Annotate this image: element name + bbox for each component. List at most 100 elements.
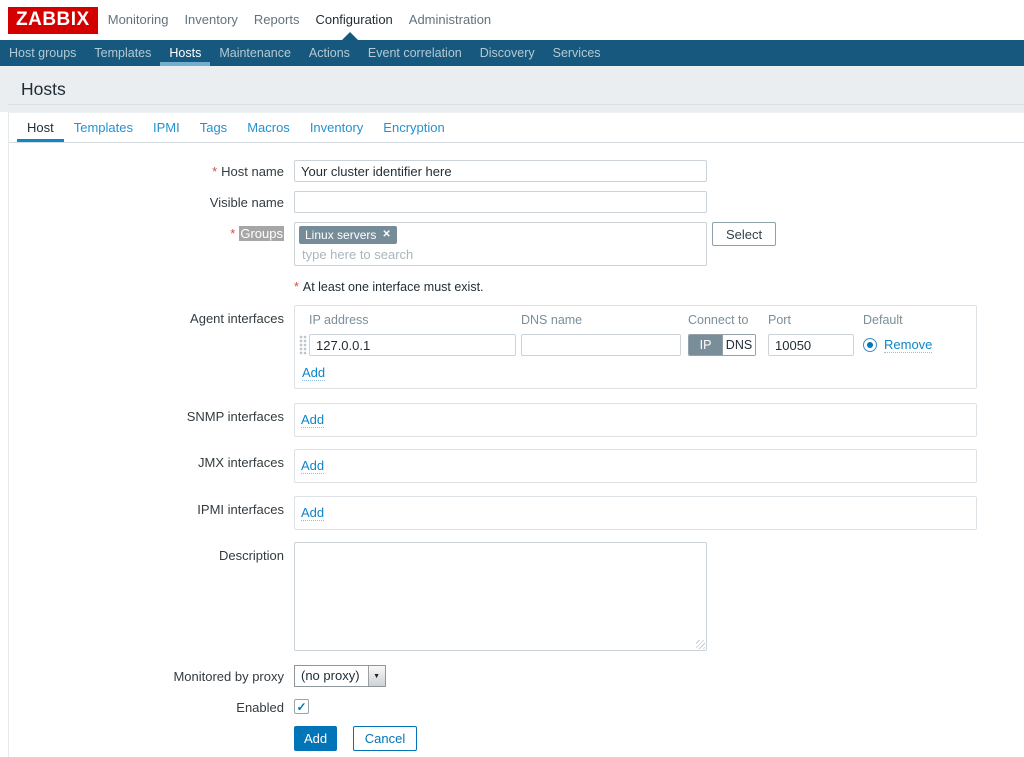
zabbix-logo[interactable]: ZABBIX: [8, 6, 98, 34]
proxy-label: Monitored by proxy: [173, 669, 284, 684]
topnav-item-inventory[interactable]: Inventory: [176, 0, 245, 40]
column-default: Default: [863, 313, 903, 327]
host-name-label: * Host name: [212, 164, 284, 179]
interface-remove-link[interactable]: Remove: [884, 337, 933, 353]
default-interface-radio[interactable]: [863, 338, 877, 352]
proxy-select[interactable]: (no proxy) ▼: [294, 665, 386, 687]
subnav-item-event-correlation[interactable]: Event correlation: [359, 40, 471, 66]
jmx-interfaces-box: Add: [294, 449, 977, 483]
groups-row: * Groups Linux servers ✕ type here to sea…: [9, 222, 1024, 266]
column-ip-address: IP address: [309, 313, 369, 327]
proxy-row: Monitored by proxy (no proxy) ▼: [9, 665, 1024, 687]
interface-column-headers: IP address DNS name Connect to Port Defa…: [309, 313, 976, 327]
agent-interface-row: IP DNS Remove: [299, 334, 976, 356]
subnav-item-hosts[interactable]: Hosts: [160, 40, 210, 66]
tab-strip: Host Templates IPMI Tags Macros Inventor…: [9, 113, 1024, 143]
tab-tags[interactable]: Tags: [190, 113, 237, 142]
agent-interfaces-label: Agent interfaces: [190, 311, 284, 326]
groups-multiselect[interactable]: Linux servers ✕ type here to search: [294, 222, 707, 266]
jmx-interfaces-label: JMX interfaces: [198, 455, 284, 470]
interface-note-row: * At least one interface must exist.: [9, 278, 1024, 294]
connect-to-dns-option[interactable]: DNS: [722, 335, 755, 355]
required-asterisk: *: [212, 164, 218, 179]
tab-templates[interactable]: Templates: [64, 113, 143, 142]
enabled-row: Enabled ✓: [9, 697, 1024, 715]
main-menu: Monitoring Inventory Reports Configurati…: [100, 0, 499, 40]
subnav-item-services[interactable]: Services: [544, 40, 610, 66]
topnav-item-reports[interactable]: Reports: [246, 0, 308, 40]
interface-required-note: * At least one interface must exist.: [294, 280, 484, 294]
visible-name-label: Visible name: [209, 195, 284, 210]
jmx-interfaces-row: JMX interfaces Add: [9, 449, 1024, 483]
ipmi-interfaces-box: Add: [294, 496, 977, 530]
tab-inventory[interactable]: Inventory: [300, 113, 373, 142]
connect-to-ip-option[interactable]: IP: [689, 335, 722, 355]
tab-macros[interactable]: Macros: [237, 113, 300, 142]
check-icon: ✓: [296, 699, 307, 714]
description-textarea[interactable]: [294, 542, 707, 651]
groups-select-button[interactable]: Select: [712, 222, 777, 246]
subnav-item-maintenance[interactable]: Maintenance: [210, 40, 300, 66]
agent-interfaces-row: Agent interfaces IP address DNS name Con…: [9, 305, 1024, 389]
groups-label-text: Groups: [239, 226, 284, 241]
groups-label: * Groups: [9, 222, 294, 266]
zabbix-app: ZABBIX Monitoring Inventory Reports Conf…: [0, 0, 1024, 757]
host-name-input[interactable]: [294, 160, 707, 182]
visible-name-row: Visible name: [9, 191, 1024, 213]
proxy-select-value: (no proxy): [301, 668, 360, 683]
ipmi-interfaces-label: IPMI interfaces: [197, 502, 284, 517]
subnav-item-actions[interactable]: Actions: [300, 40, 359, 66]
connect-to-toggle: IP DNS: [688, 334, 756, 356]
tab-encryption[interactable]: Encryption: [373, 113, 454, 142]
description-row: Description: [9, 542, 1024, 651]
group-chip-label: Linux servers: [305, 228, 377, 242]
top-navigation-bar: ZABBIX Monitoring Inventory Reports Conf…: [0, 0, 1024, 40]
snmp-interface-add-link[interactable]: Add: [301, 412, 325, 428]
radio-dot-icon: [867, 342, 873, 348]
host-form: *Host name Visible name *Groups: [9, 143, 1024, 751]
agent-interfaces-box: IP address DNS name Connect to Port Defa…: [294, 305, 977, 389]
topnav-item-monitoring[interactable]: Monitoring: [100, 0, 177, 40]
header-divider: [8, 104, 1024, 105]
agent-interface-add-link[interactable]: Add: [302, 365, 326, 381]
subnav-item-discovery[interactable]: Discovery: [471, 40, 544, 66]
tab-host[interactable]: Host: [17, 113, 64, 142]
topnav-item-administration[interactable]: Administration: [401, 0, 499, 40]
interface-dns-input[interactable]: [521, 334, 681, 356]
subnav-item-host-groups[interactable]: Host groups: [0, 40, 85, 66]
ipmi-interfaces-row: IPMI interfaces Add: [9, 496, 1024, 530]
active-section-caret-icon: [342, 32, 358, 40]
snmp-interfaces-row: SNMP interfaces Add: [9, 403, 1024, 437]
drag-handle-icon[interactable]: [299, 335, 307, 355]
column-connect-to: Connect to: [688, 313, 749, 327]
enabled-label: Enabled: [236, 700, 284, 715]
enabled-checkbox[interactable]: ✓: [294, 699, 309, 714]
required-asterisk: *: [294, 280, 299, 294]
column-dns-name: DNS name: [521, 313, 583, 327]
tab-ipmi[interactable]: IPMI: [143, 113, 190, 142]
subnav-item-templates[interactable]: Templates: [85, 40, 160, 66]
jmx-interface-add-link[interactable]: Add: [301, 458, 325, 474]
form-container: Host Templates IPMI Tags Macros Inventor…: [8, 112, 1024, 757]
chip-remove-icon[interactable]: ✕: [382, 230, 390, 240]
dropdown-arrow-icon: ▼: [367, 666, 385, 686]
page-header: Hosts: [0, 66, 1024, 112]
add-button[interactable]: Add: [294, 726, 338, 751]
form-footer: Add Cancel: [9, 726, 1024, 751]
interface-ip-input[interactable]: [309, 334, 516, 356]
column-port: Port: [768, 313, 791, 327]
description-label: Description: [218, 548, 284, 563]
group-chip: Linux servers ✕: [299, 226, 397, 244]
sub-navigation-bar: Host groups Templates Hosts Maintenance …: [0, 40, 1024, 66]
required-asterisk: *: [230, 226, 236, 241]
page-title: Hosts: [21, 79, 66, 99]
interface-port-input[interactable]: [768, 334, 854, 356]
host-name-row: * Host name: [9, 160, 1024, 182]
ipmi-interface-add-link[interactable]: Add: [301, 505, 325, 521]
visible-name-input[interactable]: [294, 191, 707, 213]
groups-search-input[interactable]: type here to search: [299, 244, 702, 263]
resize-grip-icon[interactable]: [696, 640, 705, 649]
snmp-interfaces-box: Add: [294, 403, 977, 437]
snmp-interfaces-label: SNMP interfaces: [186, 409, 284, 424]
cancel-button[interactable]: Cancel: [352, 726, 418, 751]
